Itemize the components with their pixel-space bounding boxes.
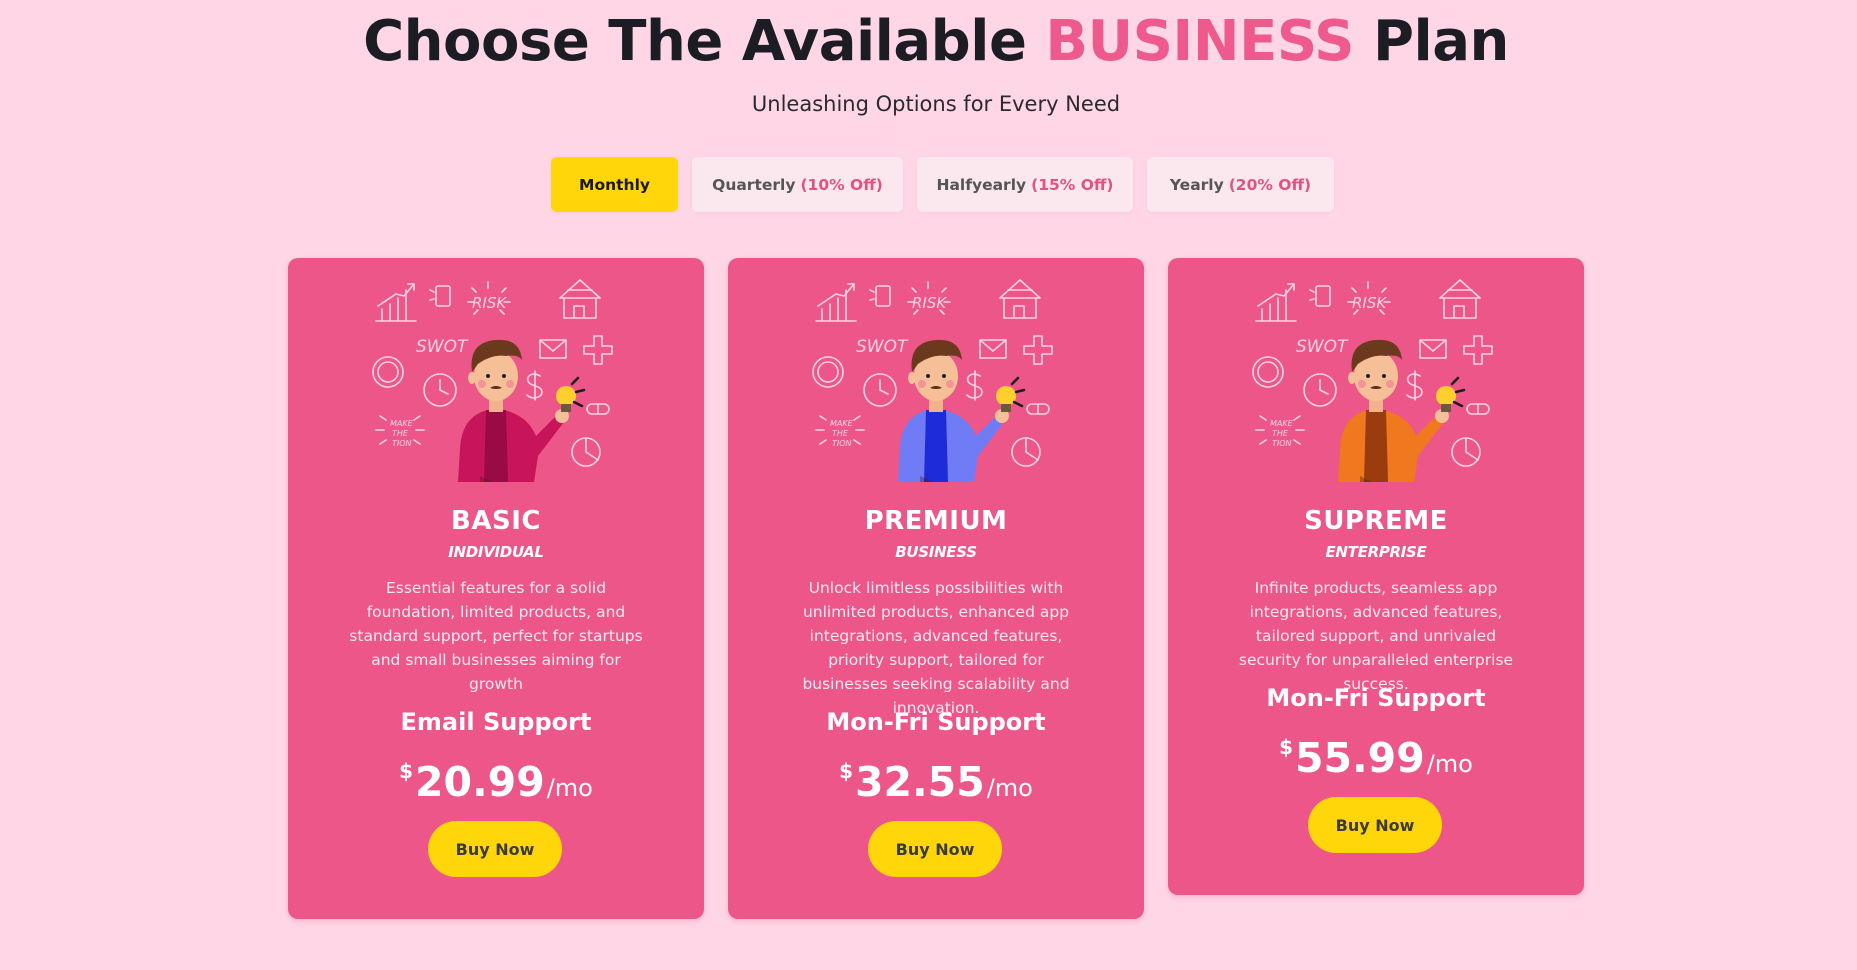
- svg-text:MAKE: MAKE: [390, 419, 414, 428]
- plan-support: Email Support: [400, 708, 592, 736]
- tab-discount: (10% Off): [800, 175, 883, 194]
- svg-text:SWOT: SWOT: [1296, 337, 1349, 357]
- plan-price: $55.99/mo: [1168, 737, 1584, 779]
- svg-text:THE: THE: [392, 429, 409, 438]
- title-prefix: Choose The Available: [363, 9, 1027, 74]
- svg-text:MAKE: MAKE: [830, 419, 854, 428]
- tab-label: Quarterly: [712, 175, 796, 194]
- tab-yearly[interactable]: Yearly (20% Off): [1147, 157, 1334, 212]
- price-currency: $: [1279, 735, 1294, 759]
- plan-card-supreme: RISK SWOT MAKE THE TION SUPREME ENTERPRI…: [1168, 258, 1584, 895]
- plan-price: $20.99/mo: [288, 761, 704, 803]
- svg-text:RISK: RISK: [472, 294, 507, 312]
- price-period: /mo: [1426, 750, 1473, 778]
- svg-text:SWOT: SWOT: [856, 337, 909, 357]
- svg-text:SWOT: SWOT: [416, 337, 469, 357]
- price-amount: 32.55: [855, 758, 985, 806]
- tab-quarterly[interactable]: Quarterly (10% Off): [692, 157, 903, 212]
- price-amount: 20.99: [415, 758, 545, 806]
- plan-name: BASIC: [451, 506, 541, 536]
- buy-now-button[interactable]: Buy Now: [1308, 797, 1442, 853]
- plan-card-premium: RISK SWOT MAKE THE TION PREMIUM BUSINESS…: [728, 258, 1144, 919]
- plan-tier: INDIVIDUAL: [448, 543, 544, 561]
- plan-tier: ENTERPRISE: [1325, 543, 1427, 561]
- plan-support: Mon-Fri Support: [826, 708, 1046, 736]
- title-suffix: Plan: [1373, 9, 1509, 74]
- svg-text:MAKE: MAKE: [1270, 419, 1294, 428]
- plan-description: Unlock limitless possibilities with unli…: [802, 579, 1070, 717]
- svg-text:RISK: RISK: [912, 294, 947, 312]
- plan-card-basic: RISK SWOT MAKE THE TION BASIC INDIVIDUAL…: [288, 258, 704, 919]
- plan-name: SUPREME: [1304, 506, 1448, 536]
- billing-period-tabs: Monthly Quarterly (10% Off) Halfyearly (…: [551, 157, 1334, 212]
- svg-text:TION: TION: [392, 439, 412, 448]
- price-amount: 55.99: [1295, 734, 1425, 782]
- plan-name: PREMIUM: [864, 506, 1008, 536]
- tab-discount: (20% Off): [1228, 175, 1312, 194]
- svg-text:TION: TION: [832, 439, 852, 448]
- price-currency: $: [839, 759, 854, 783]
- svg-text:RISK: RISK: [1352, 294, 1387, 312]
- buy-now-button[interactable]: Buy Now: [868, 821, 1002, 877]
- tab-discount: (15% Off): [1031, 175, 1114, 194]
- price-period: /mo: [546, 774, 593, 802]
- business-person-illustration: RISK SWOT MAKE THE TION: [372, 279, 613, 482]
- tab-label: Yearly: [1169, 175, 1224, 194]
- plan-tier: BUSINESS: [895, 543, 977, 561]
- tab-halfyearly[interactable]: Halfyearly (15% Off): [917, 157, 1133, 212]
- plan-support: Mon-Fri Support: [1266, 684, 1486, 712]
- tab-monthly[interactable]: Monthly: [551, 157, 678, 212]
- svg-text:THE: THE: [832, 429, 849, 438]
- plan-price: $32.55/mo: [728, 761, 1144, 803]
- plan-description: Essential features for a solid foundatio…: [349, 579, 643, 693]
- business-person-illustration: RISK SWOT MAKE THE TION: [812, 279, 1053, 482]
- price-currency: $: [399, 759, 414, 783]
- tab-label: Monthly: [579, 175, 650, 194]
- svg-text:TION: TION: [1272, 439, 1292, 448]
- buy-now-button[interactable]: Buy Now: [428, 821, 562, 877]
- price-period: /mo: [986, 774, 1033, 802]
- page-title: Choose The Available BUSINESS Plan: [0, 10, 1857, 74]
- business-person-illustration: RISK SWOT MAKE THE TION: [1252, 279, 1493, 482]
- title-accent: BUSINESS: [1045, 9, 1355, 74]
- plan-description: Infinite products, seamless app integrat…: [1238, 579, 1514, 693]
- tab-label: Halfyearly: [936, 175, 1027, 194]
- svg-text:THE: THE: [1272, 429, 1289, 438]
- page-subtitle: Unleashing Options for Every Need: [751, 92, 1121, 116]
